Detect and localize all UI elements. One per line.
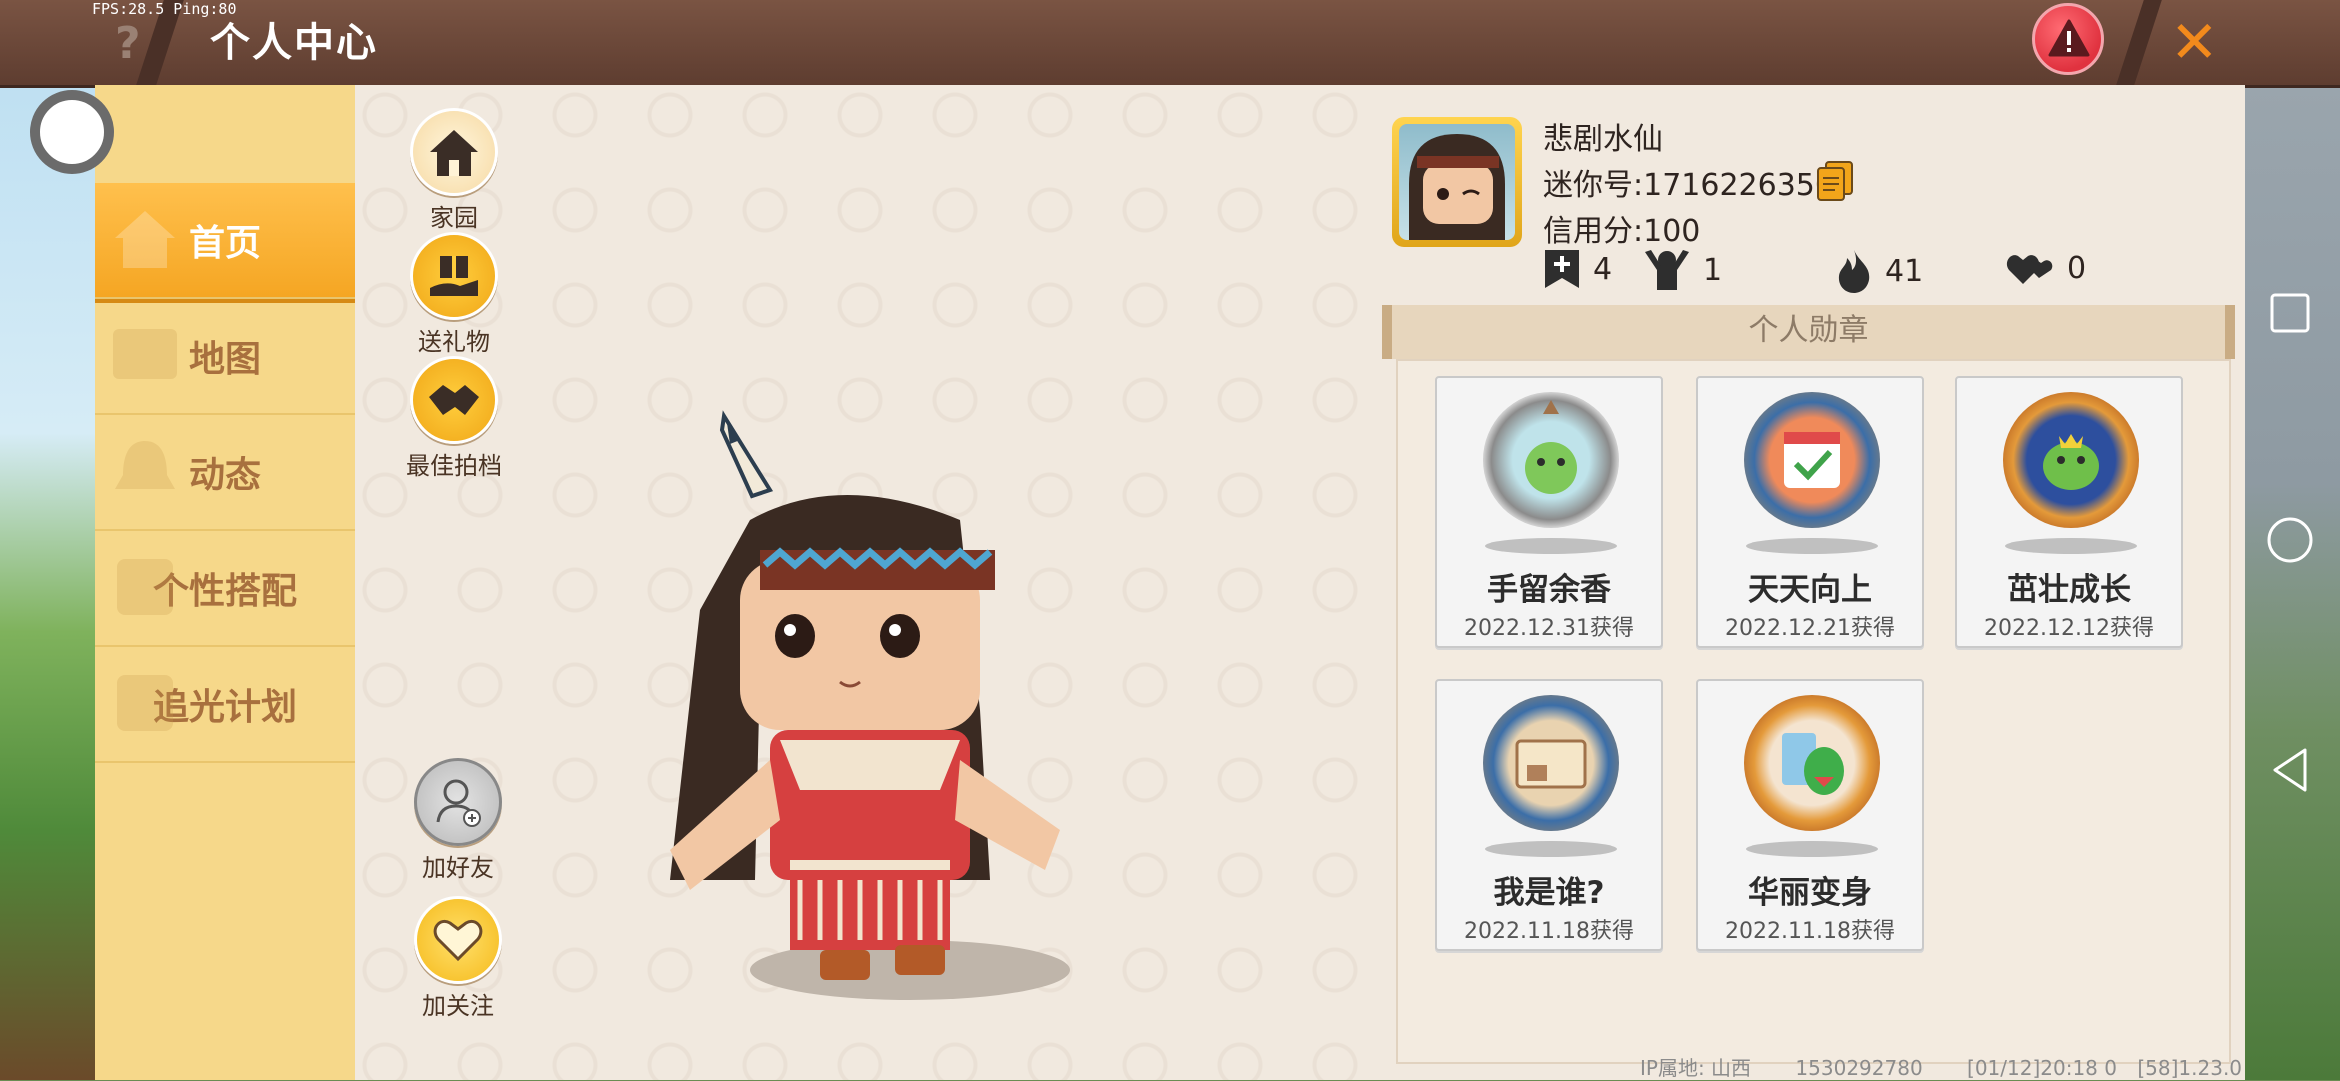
double-heart-icon <box>2006 255 2053 284</box>
help-button[interactable]: ? <box>115 18 141 69</box>
avatar-face <box>1409 134 1505 240</box>
medal-date: 2022.12.12获得 <box>1984 616 2154 641</box>
medal-badge-icon <box>1744 695 1880 831</box>
map-ghost-icon <box>113 329 177 379</box>
medal-badge-icon <box>1483 392 1619 528</box>
floating-menu-button[interactable] <box>30 90 114 174</box>
cheering-person-icon <box>1645 250 1689 290</box>
home-ghost-icon <box>115 211 175 268</box>
sidebar-item-home[interactable]: 首页 <box>95 183 355 299</box>
sidebar-item-label: 地图 <box>188 339 261 380</box>
medal-name: 茁壮成长 <box>2007 572 2131 608</box>
follow-action[interactable]: 加关注 <box>408 896 508 1021</box>
medal-badge-icon <box>1744 392 1880 528</box>
stat-heat[interactable]: 41 <box>1835 248 1923 294</box>
stat-value: 4 <box>1593 251 1613 287</box>
medal-shadow <box>1746 538 1878 554</box>
medal-card[interactable]: 茁壮成长 2022.12.12获得 <box>1955 376 2183 648</box>
best-partner-label: 最佳拍档 <box>406 452 502 480</box>
medal-card[interactable]: 天天向上 2022.12.21获得 <box>1696 376 1924 648</box>
stat-likes[interactable]: 0 <box>2005 248 2086 288</box>
sidebar-item-map[interactable]: 地图 <box>95 299 355 415</box>
medal-badge-icon <box>1483 695 1619 831</box>
home-nav-button[interactable] <box>2262 512 2318 568</box>
stat-value: 0 <box>2067 250 2087 286</box>
credit-score: 信用分:100 <box>1543 214 1701 249</box>
handshake-icon <box>410 356 498 444</box>
triangle-back-icon <box>2273 748 2307 792</box>
flame-icon <box>1838 250 1870 293</box>
timestamp-text: [01/12]20:18 0 <box>1967 1056 2117 1080</box>
sidebar-item-outfit[interactable]: 个性搭配 <box>95 531 355 647</box>
sidebar-item-label: 首页 <box>188 223 261 264</box>
add-friend-label: 加好友 <box>422 854 494 882</box>
add-user-icon <box>414 758 502 846</box>
medal-card[interactable]: 手留余香 2022.12.31获得 <box>1435 376 1663 648</box>
sidebar-item-label: 动态 <box>188 455 261 496</box>
player-name: 悲剧水仙 <box>1543 122 1663 157</box>
gift-hand-icon <box>410 232 498 320</box>
stat-value: 1 <box>1703 252 1723 288</box>
medal-name: 我是谁? <box>1493 875 1605 911</box>
recent-apps-button[interactable] <box>2262 285 2318 341</box>
sidebar-item-feed[interactable]: 动态 <box>95 415 355 531</box>
copy-icon <box>1817 161 1853 201</box>
light-ghost-icon <box>117 675 173 731</box>
home-action-label: 家园 <box>430 204 478 232</box>
add-friend-action[interactable]: 加好友 <box>408 758 508 883</box>
follow-label: 加关注 <box>422 992 494 1020</box>
game-backdrop-right <box>2245 85 2340 1080</box>
mini-id: 迷你号:1716226350 <box>1543 168 1834 203</box>
send-gift-label: 送礼物 <box>418 328 490 356</box>
copy-id-button[interactable] <box>1816 160 1854 202</box>
ip-location: IP属地: 山西 <box>1640 1056 1752 1080</box>
medal-shadow <box>1746 841 1878 857</box>
send-gift-action[interactable]: 送礼物 <box>404 232 504 357</box>
game-backdrop-left <box>0 85 95 1080</box>
sidebar-item-light-plan[interactable]: 追光计划 <box>95 647 355 763</box>
medal-date: 2022.12.21获得 <box>1725 616 1895 641</box>
avatar[interactable] <box>1392 117 1522 247</box>
medal-card[interactable]: 华丽变身 2022.11.18获得 <box>1696 679 1924 951</box>
uid-text: 1530292780 <box>1795 1056 1923 1080</box>
outfit-ghost-icon <box>117 559 173 615</box>
divider <box>2116 0 2162 85</box>
medal-shadow <box>1485 841 1617 857</box>
medal-date: 2022.12.31获得 <box>1464 616 1634 641</box>
square-icon <box>2270 293 2310 333</box>
warning-icon <box>2048 19 2090 57</box>
home-action[interactable]: 家园 <box>404 108 504 233</box>
medal-name: 华丽变身 <box>1748 875 1872 911</box>
circle-icon <box>2267 517 2313 563</box>
medal-name: 手留余香 <box>1487 572 1611 608</box>
house-icon <box>410 108 498 196</box>
medal-date: 2022.11.18获得 <box>1725 919 1895 944</box>
medal-card[interactable]: 我是谁? 2022.11.18获得 <box>1435 679 1663 951</box>
bell-ghost-icon <box>115 441 175 489</box>
report-button[interactable] <box>2032 3 2104 75</box>
bookmark-plus-icon <box>1545 250 1579 288</box>
medal-shadow <box>1485 538 1617 554</box>
stat-bookmarks[interactable]: 4 <box>1543 248 1612 290</box>
medal-badge-icon <box>2003 392 2139 528</box>
stat-fans[interactable]: 1 <box>1643 248 1722 292</box>
version-text: [58]1.23.0 <box>2137 1056 2243 1080</box>
player-character[interactable] <box>660 410 1080 1014</box>
page-title: 个人中心 <box>210 20 378 66</box>
medal-shadow <box>2005 538 2137 554</box>
heart-icon <box>414 896 502 984</box>
back-nav-button[interactable] <box>2262 742 2318 798</box>
stat-value: 41 <box>1885 253 1924 289</box>
medal-date: 2022.11.18获得 <box>1464 919 1634 944</box>
medal-section-title: 个人勋章 <box>1382 305 2235 359</box>
medal-name: 天天向上 <box>1748 572 1872 608</box>
best-partner-action[interactable]: 最佳拍档 <box>404 356 504 481</box>
footer-info: IP属地: 山西 1530292780 [01/12]20:18 0 [58]1… <box>1640 1052 2242 1081</box>
close-button[interactable]: ✕ <box>2170 8 2219 76</box>
